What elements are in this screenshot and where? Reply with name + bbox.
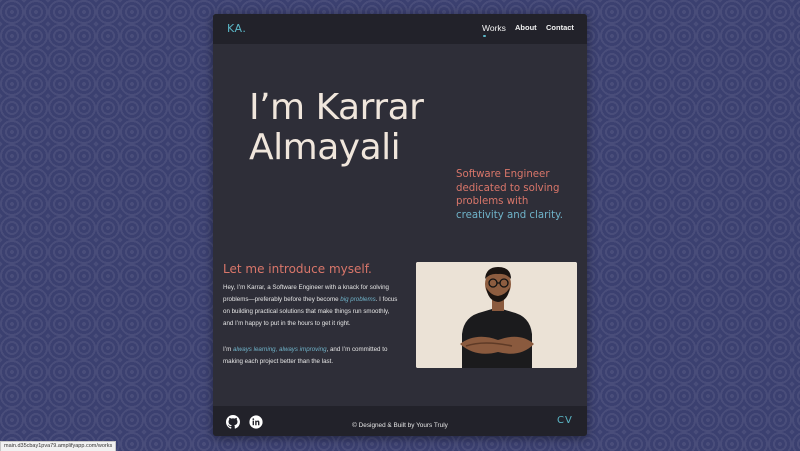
intro-p2-text-a: I’m	[223, 346, 233, 353]
tagline-end: .	[559, 209, 563, 221]
cv-link[interactable]: CV	[557, 415, 573, 426]
intro-p1-emphasis: big problems	[340, 296, 376, 303]
hero-tagline: Software Engineer dedicated to solving p…	[456, 168, 566, 222]
profile-photo-illustration	[416, 262, 577, 368]
profile-photo	[416, 262, 577, 368]
hero-title-line1: I’m Karrar	[249, 87, 424, 128]
hero-title: I’m Karrar Almayali	[249, 87, 424, 168]
tagline-text: Software Engineer dedicated to solving p…	[456, 169, 560, 207]
active-nav-indicator	[483, 35, 486, 37]
intro-heading: Let me introduce myself.	[223, 262, 372, 276]
intro-paragraph-1: Hey, I’m Karrar, a Software Engineer wit…	[223, 282, 401, 330]
navbar: KA. Works About Contact	[213, 14, 587, 44]
copyright-text: © Designed & Built by Yours Truly	[352, 422, 448, 429]
nav-contact-link[interactable]: Contact	[546, 23, 574, 32]
tagline-highlight: creativity and clarity	[456, 209, 560, 221]
portfolio-card: KA. Works About Contact I’m Karrar Almay…	[213, 14, 587, 436]
hero-title-line2: Almayali	[249, 127, 401, 168]
footer	[213, 406, 587, 436]
intro-paragraph-2: I’m always learning, always improving, a…	[223, 344, 401, 368]
intro-p2-emphasis: always learning, always improving	[232, 346, 327, 353]
nav-works-link[interactable]: Works	[482, 23, 506, 33]
nav-about-link[interactable]: About	[515, 23, 537, 32]
logo[interactable]: KA.	[227, 22, 246, 35]
